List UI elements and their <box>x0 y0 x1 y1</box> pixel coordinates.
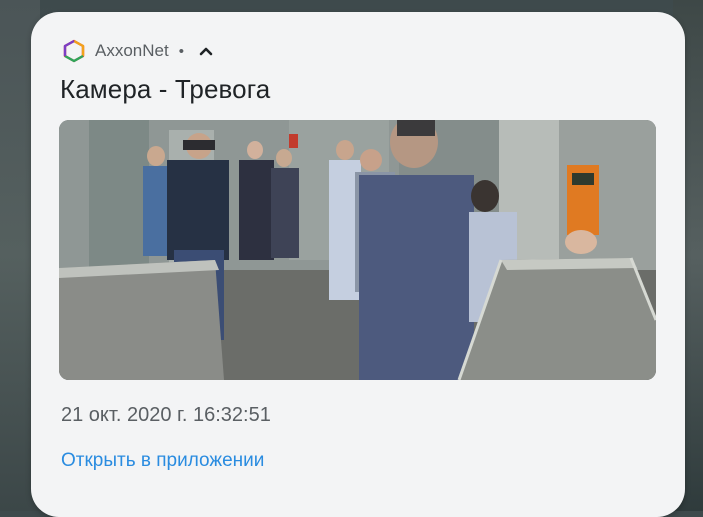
notification-header: AxxonNet • <box>61 38 216 64</box>
axxonnet-hexagon-icon <box>61 38 87 64</box>
notification-timestamp: 21 окт. 2020 г. 16:32:51 <box>61 404 271 426</box>
camera-snapshot-image[interactable] <box>59 120 656 380</box>
chevron-up-icon[interactable] <box>196 41 216 61</box>
app-name: AxxonNet <box>95 41 169 60</box>
header-separator: • <box>178 42 184 60</box>
notification-card[interactable]: AxxonNet • Камера - Тревога 21 окт. 2020… <box>31 12 685 517</box>
notification-title: Камера - Тревога <box>60 74 271 104</box>
open-in-app-link[interactable]: Открыть в приложении <box>61 450 264 472</box>
